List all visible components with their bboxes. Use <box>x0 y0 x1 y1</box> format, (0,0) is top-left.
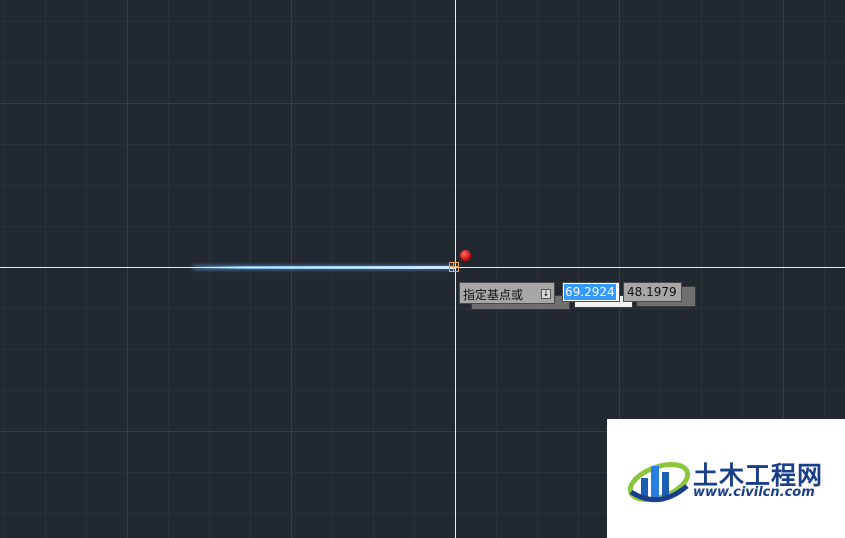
y-coordinate-input[interactable]: 48.1979 <box>623 282 682 302</box>
y-coordinate-value: 48.1979 <box>627 285 677 299</box>
civilcn-logo-icon <box>627 462 691 503</box>
crosshair-horizontal <box>0 267 845 268</box>
cursor-pickbox <box>449 262 459 272</box>
watermark-url: www.civilcn.com <box>693 485 815 500</box>
grip-marker <box>460 250 471 261</box>
options-arrow-icon[interactable]: ↓ <box>541 289 551 299</box>
prompt-label: 指定基点或 <box>463 288 524 302</box>
watermark: 土木工程网 www.civilcn.com <box>607 419 845 538</box>
dynamic-input-prompt: 指定基点或 ↓ <box>459 282 555 304</box>
x-coordinate-value: 69.2924 <box>564 284 616 300</box>
x-coordinate-input[interactable]: 69.2924 <box>562 282 620 302</box>
